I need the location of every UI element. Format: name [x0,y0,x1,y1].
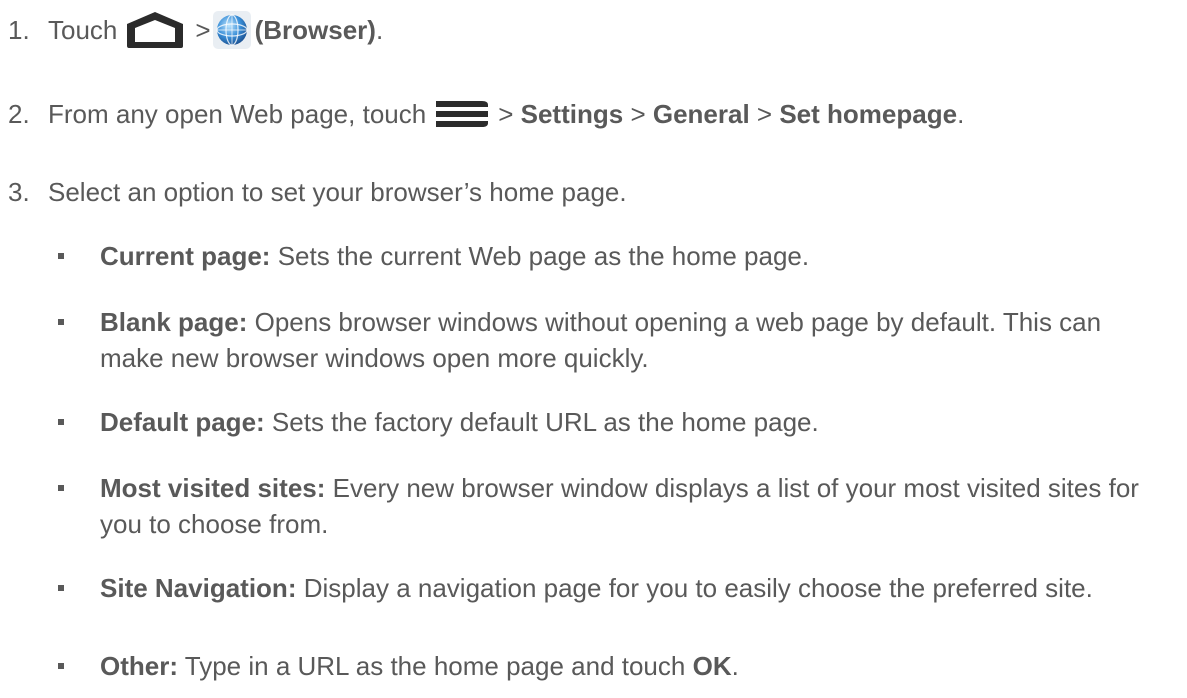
home-icon [123,10,187,50]
browser-globe-icon [212,11,251,49]
ok-label: OK [692,651,732,681]
option-term: Other: [100,651,178,681]
set-homepage-label: Set homepage [779,99,958,129]
list-item: Other: Type in a URL as the home page an… [58,648,1160,684]
bullet-marker [58,253,64,259]
option-description: Sets the current Web page as the home pa… [277,241,810,271]
period: . [375,15,384,45]
step-text: From any open Web page, touch [48,99,427,129]
list-item: Current page: Sets the current Web page … [58,238,1160,274]
option-term: Current page: [100,241,271,271]
option-description: Opens browser windows without opening a … [100,307,1102,373]
bullet-marker [58,419,64,425]
list-item: Most visited sites: Every new browser wi… [58,470,1160,542]
menu-icon [434,99,490,129]
step-text: Select an option to set your browser’s h… [48,177,627,207]
step-2: 2. From any open Web page, touch > Setti… [8,96,964,132]
step-text: Touch [48,15,118,45]
step-number: 3. [8,177,30,207]
option-term: Site Navigation: [100,573,297,603]
option-description: Type in a URL as the home page and touch [184,651,686,681]
option-term: Most visited sites: [100,473,326,503]
bullet-marker [58,663,64,669]
list-item: Default page: Sets the factory default U… [58,404,1160,440]
separator: > [195,15,211,45]
period: . [731,651,739,681]
instruction-document: 1. Touch > (Browser) . 2. From any open … [0,0,1187,698]
separator: > [756,99,773,129]
list-item: Blank page: Opens browser windows withou… [58,304,1160,376]
option-term: Default page: [100,407,265,437]
bullet-marker [58,485,64,491]
step-3: 3. Select an option to set your browser’… [8,174,627,210]
general-label: General [652,99,750,129]
list-item: Site Navigation: Display a navigation pa… [58,570,1160,606]
separator: > [498,99,514,129]
option-description: Display a navigation page for you to eas… [303,573,1093,603]
step-number: 2. [8,99,30,129]
step-1: 1. Touch > (Browser) . [8,10,383,50]
browser-label: (Browser) [254,15,376,45]
bullet-marker [58,319,64,325]
step-number: 1. [8,15,30,45]
option-description: Sets the factory default URL as the home… [271,407,819,437]
period: . [957,99,965,129]
separator: > [630,99,646,129]
settings-label: Settings [520,99,624,129]
bullet-marker [58,585,64,591]
option-term: Blank page: [100,307,248,337]
